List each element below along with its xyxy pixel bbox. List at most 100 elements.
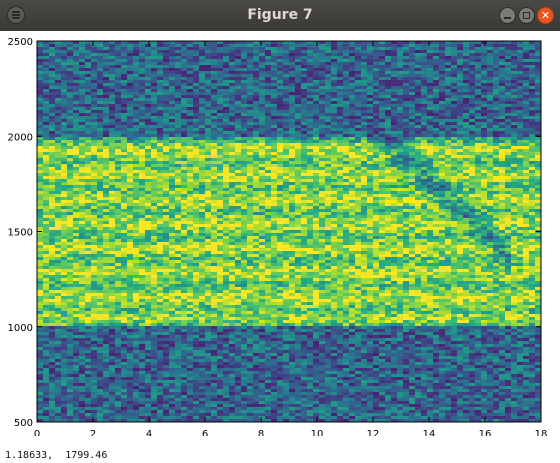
heatmap-cell: [115, 176, 121, 179]
heatmap-cell: [301, 191, 307, 194]
heatmap-cell: [157, 116, 163, 119]
heatmap-cell: [67, 155, 73, 158]
heatmap-cell: [49, 197, 55, 200]
heatmap-cell: [229, 50, 235, 53]
heatmap-cell: [457, 71, 463, 74]
heatmap-cell: [211, 164, 217, 167]
heatmap-cell: [367, 44, 373, 47]
heatmap-cell: [199, 167, 205, 170]
heatmap-cell: [337, 110, 343, 113]
heatmap-cell: [43, 209, 49, 212]
heatmap-cell: [505, 134, 511, 137]
heatmap-cell: [163, 209, 169, 212]
heatmap-cell: [469, 50, 475, 53]
heatmap-cell: [133, 212, 139, 215]
heatmap-cell: [475, 113, 481, 116]
heatmap-cell: [427, 161, 433, 164]
heatmap-cell: [223, 194, 229, 197]
heatmap-cell: [85, 158, 91, 161]
heatmap-cell: [283, 140, 289, 143]
heatmap-cell: [415, 188, 421, 191]
heatmap-cell: [139, 56, 145, 59]
heatmap-cell: [229, 74, 235, 77]
heatmap-cell: [349, 107, 355, 110]
heatmap-cell: [61, 170, 67, 173]
heatmap-cell: [145, 77, 151, 80]
heatmap-plot[interactable]: 0 2 4 6 8 10 12 14 16 185001000150020002500: [0, 31, 560, 436]
heatmap-cell: [175, 110, 181, 113]
heatmap-cell: [253, 86, 259, 89]
heatmap-cell: [283, 212, 289, 215]
heatmap-cell: [499, 128, 505, 131]
heatmap-cell: [457, 65, 463, 68]
heatmap-cell: [187, 140, 193, 143]
title-bar[interactable]: Figure 7 ✕: [0, 0, 560, 32]
heatmap-cell: [205, 77, 211, 80]
heatmap-cell: [67, 116, 73, 119]
heatmap-cell: [505, 80, 511, 83]
heatmap-cell: [79, 107, 85, 110]
heatmap-cell: [313, 182, 319, 185]
heatmap-cell: [391, 191, 397, 194]
maximize-button[interactable]: [518, 7, 535, 24]
heatmap-cell: [127, 167, 133, 170]
heatmap-cell: [229, 131, 235, 134]
heatmap-cell: [511, 101, 517, 104]
heatmap-cell: [277, 212, 283, 215]
heatmap-cell: [439, 149, 445, 152]
heatmap-cell: [175, 116, 181, 119]
heatmap-cell: [451, 143, 457, 146]
heatmap-cell: [451, 194, 457, 197]
heatmap-cell: [457, 98, 463, 101]
heatmap-cell: [157, 182, 163, 185]
heatmap-cell: [79, 44, 85, 47]
heatmap-cell: [493, 110, 499, 113]
heatmap-cell: [325, 212, 331, 215]
heatmap-cell: [67, 212, 73, 215]
heatmap-cell: [295, 95, 301, 98]
heatmap-cell: [307, 122, 313, 125]
heatmap-cell: [163, 170, 169, 173]
heatmap-cell: [385, 191, 391, 194]
heatmap-cell: [415, 113, 421, 116]
heatmap-cell: [121, 116, 127, 119]
heatmap-cell: [253, 71, 259, 74]
heatmap-cell: [241, 77, 247, 80]
heatmap-cell: [139, 59, 145, 62]
heatmap-cell: [253, 80, 259, 83]
heatmap-cell: [529, 104, 535, 107]
heatmap-cell: [151, 209, 157, 212]
heatmap-cell: [337, 56, 343, 59]
heatmap-cell: [223, 182, 229, 185]
heatmap-cell: [439, 194, 445, 197]
heatmap-cell: [463, 182, 469, 185]
heatmap-cell: [307, 74, 313, 77]
heatmap-cell: [505, 56, 511, 59]
heatmap-cell: [133, 98, 139, 101]
close-button[interactable]: ✕: [537, 7, 554, 24]
heatmap-cell: [325, 71, 331, 74]
heatmap-cell: [289, 203, 295, 206]
heatmap-cell: [223, 197, 229, 200]
heatmap-cell: [163, 62, 169, 65]
heatmap-cell: [79, 170, 85, 173]
minimize-button[interactable]: [499, 7, 516, 24]
heatmap-cell: [277, 170, 283, 173]
heatmap-cell: [193, 182, 199, 185]
heatmap-cell: [43, 50, 49, 53]
heatmap-cell: [301, 152, 307, 155]
heatmap-cell: [535, 59, 541, 62]
heatmap-cell: [43, 146, 49, 149]
heatmap-cell: [223, 68, 229, 71]
heatmap-cell: [331, 131, 337, 134]
heatmap-cell: [223, 119, 229, 122]
heatmap-cell: [337, 47, 343, 50]
heatmap-cell: [73, 71, 79, 74]
heatmap-cell: [175, 80, 181, 83]
heatmap-cell: [427, 98, 433, 101]
heatmap-cell: [427, 131, 433, 134]
heatmap-cell: [253, 122, 259, 125]
heatmap-cell: [205, 44, 211, 47]
heatmap-cell: [469, 119, 475, 122]
heatmap-cell: [121, 194, 127, 197]
